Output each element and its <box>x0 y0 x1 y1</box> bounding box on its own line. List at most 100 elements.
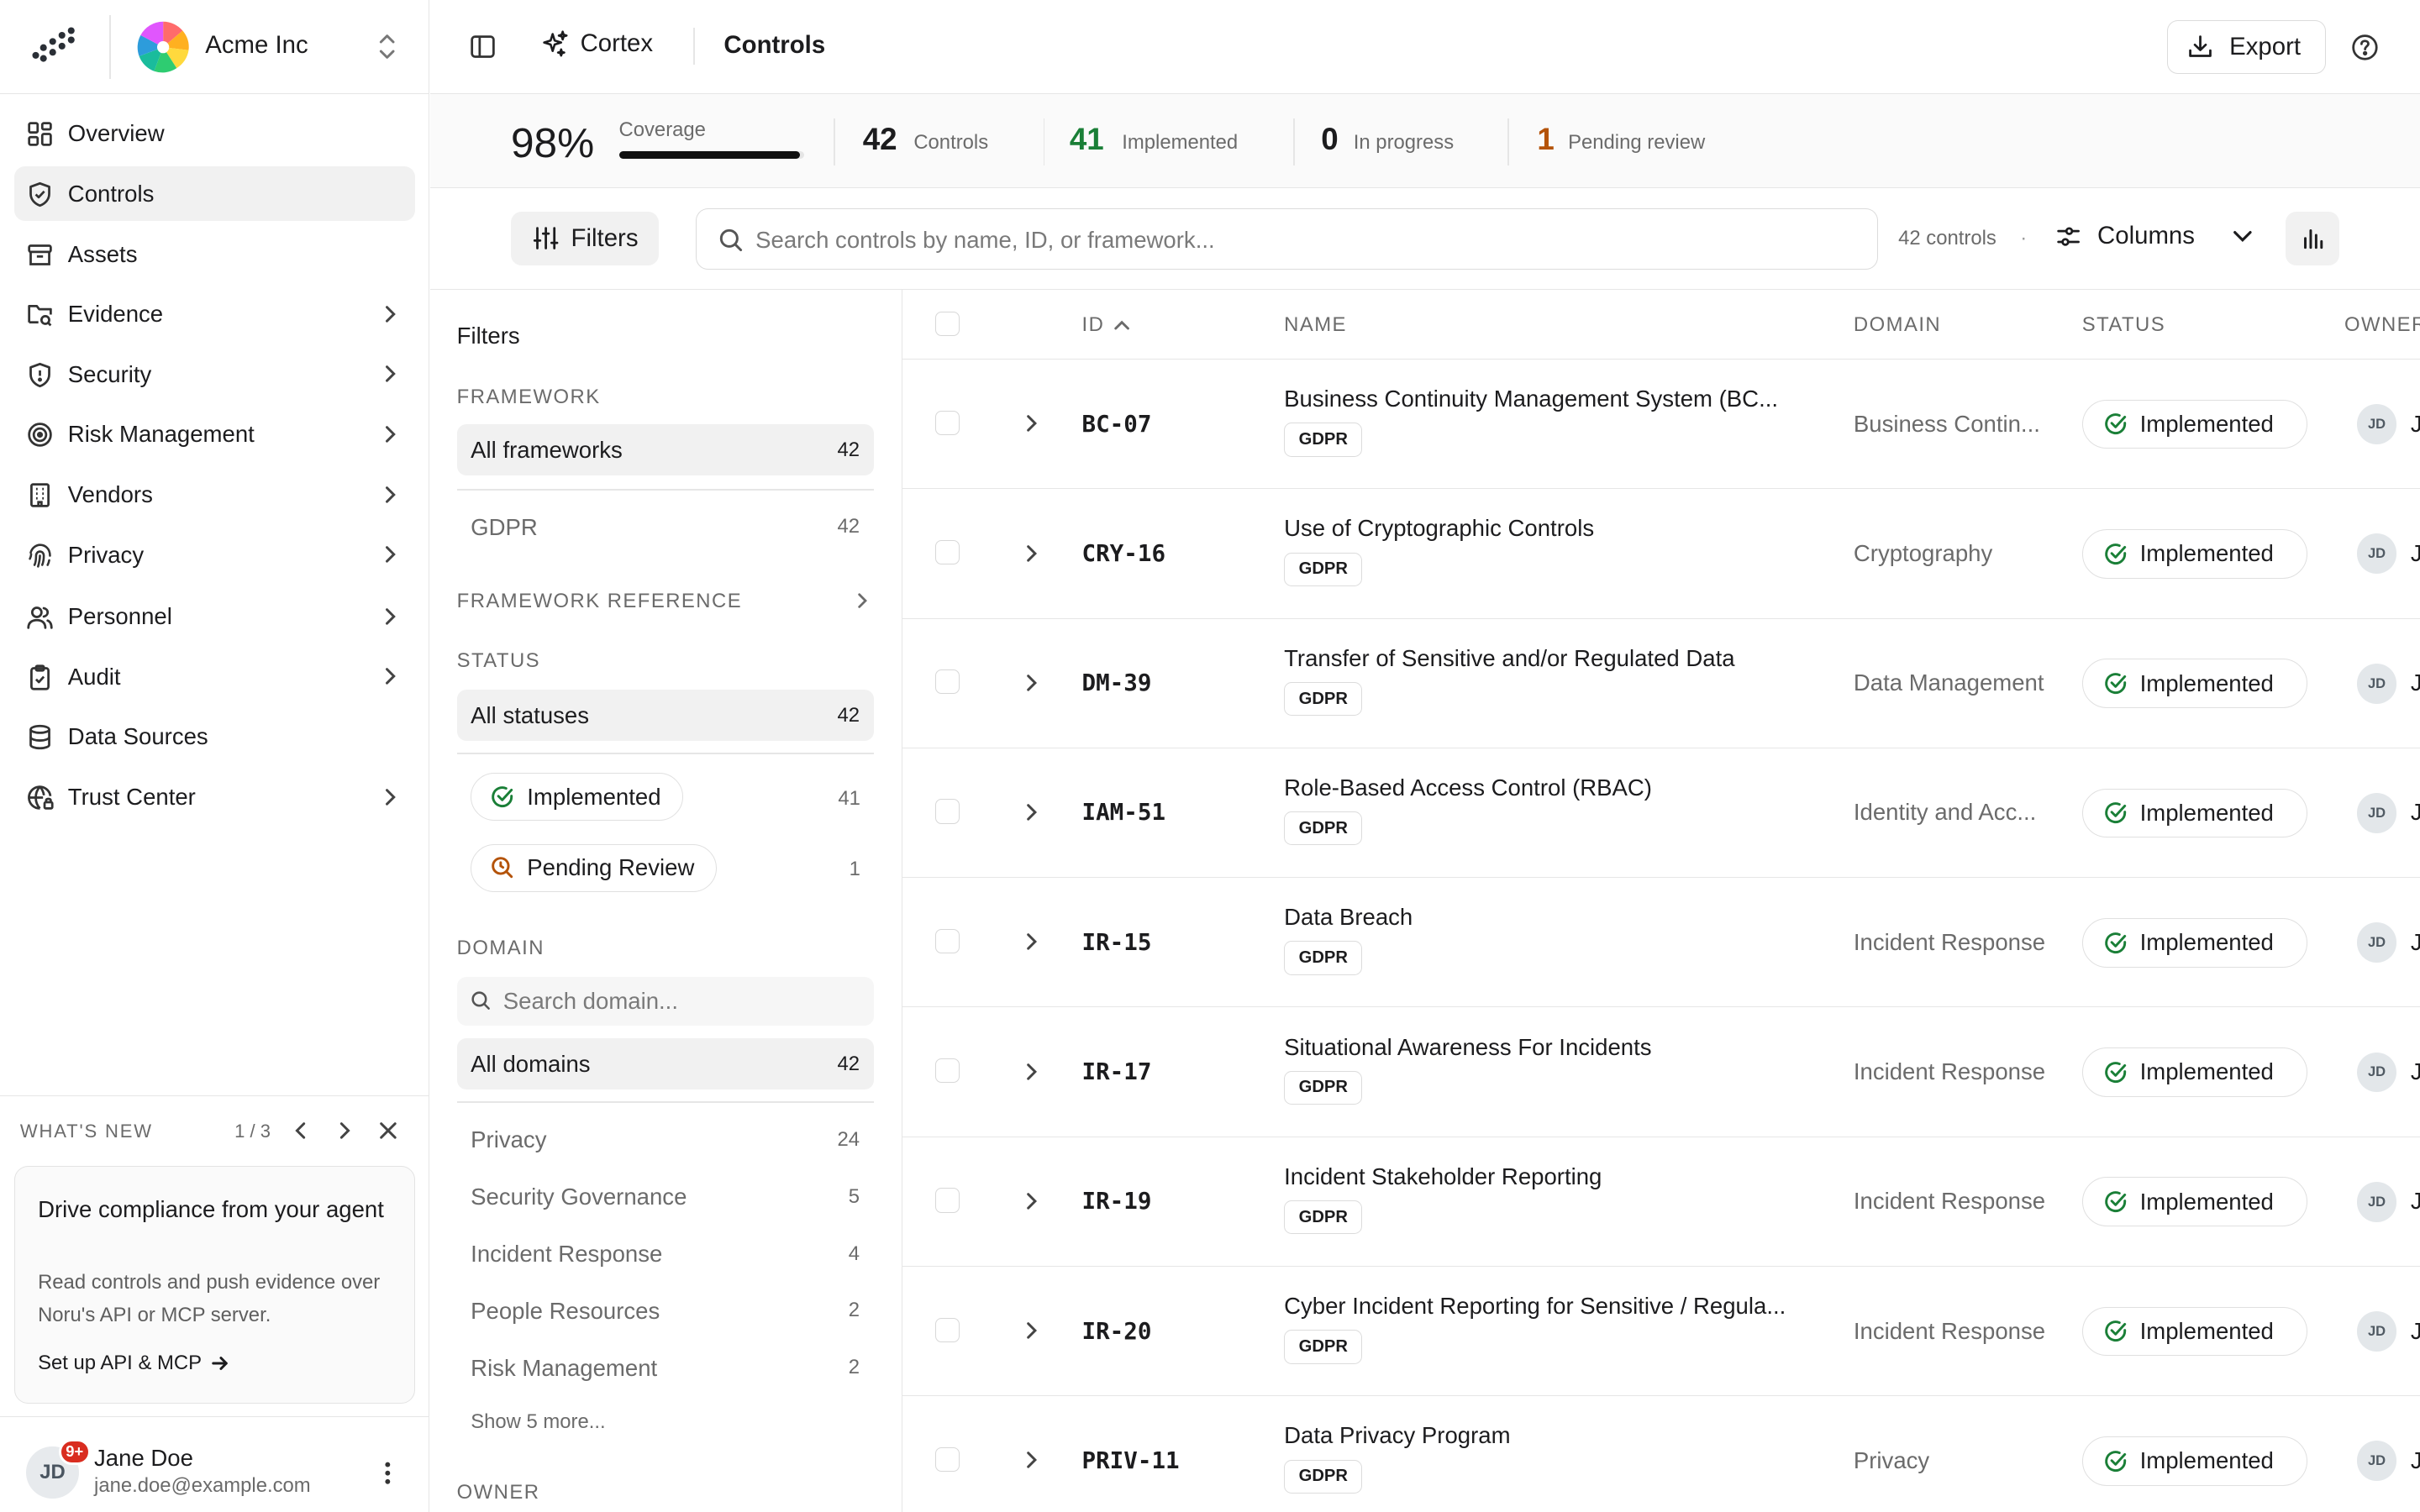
help-icon[interactable] <box>2350 33 2380 62</box>
chevron-right-icon[interactable] <box>1025 1191 1039 1211</box>
filter-option-domain[interactable]: People Resources 2 <box>457 1285 874 1336</box>
owner-avatar[interactable]: JD <box>2356 1181 2397 1222</box>
chevron-right-icon[interactable] <box>1025 932 1039 952</box>
status-badge[interactable]: Implemented <box>2081 1306 2307 1357</box>
chevrons-up-down-icon[interactable] <box>375 33 399 60</box>
owner-avatar[interactable]: JD <box>2356 533 2397 575</box>
table-row[interactable]: IR-17 Situational Awareness For Incidents… <box>902 1007 2420 1137</box>
domain-search-box[interactable] <box>456 976 874 1026</box>
table-row[interactable]: IR-19 Incident Stakeholder Reporting GDPR I… <box>902 1137 2420 1267</box>
status-badge[interactable]: Implemented <box>2081 788 2307 838</box>
search-box[interactable] <box>696 207 1879 270</box>
table-row[interactable]: IR-15 Data Breach GDPR Incident Response Imp… <box>902 878 2420 1008</box>
chart-view-button[interactable] <box>2286 211 2340 265</box>
table-row[interactable]: DM-39 Transfer of Sensitive and/or Regula… <box>902 619 2420 748</box>
row-checkbox[interactable] <box>935 1058 960 1084</box>
status-badge[interactable]: Implemented <box>2081 659 2307 709</box>
sidebar-toggle-icon[interactable] <box>469 33 497 60</box>
close-icon[interactable] <box>378 1121 398 1141</box>
chevron-right-icon[interactable] <box>1025 1450 1039 1470</box>
row-checkbox[interactable] <box>935 799 960 824</box>
control-id[interactable]: IAM-51 <box>1082 799 1166 826</box>
column-header-owner[interactable]: OWNER <box>2344 313 2420 337</box>
setup-api-link[interactable]: Set up API & MCP <box>38 1352 229 1375</box>
row-checkbox[interactable] <box>935 1446 960 1473</box>
app-logo-icon[interactable] <box>31 26 77 66</box>
table-row[interactable]: PRIV-11 Data Privacy Program GDPR Privacy Im… <box>902 1396 2420 1512</box>
filter-option-gdpr[interactable]: GDPR 42 <box>457 501 874 553</box>
table-row[interactable]: CRY-16 Use of Cryptographic Controls GDPR C… <box>902 489 2420 619</box>
sidebar-item-privacy[interactable]: Privacy <box>14 528 416 581</box>
control-id[interactable]: PRIV-11 <box>1082 1447 1180 1474</box>
org-logo-icon[interactable] <box>136 20 190 74</box>
row-checkbox[interactable] <box>935 1188 960 1213</box>
control-id[interactable]: DM-39 <box>1082 669 1152 696</box>
status-badge[interactable]: Implemented <box>2081 528 2307 579</box>
owner-avatar[interactable]: JD <box>2356 663 2397 704</box>
filters-button[interactable]: Filters <box>510 211 660 265</box>
status-badge[interactable]: Implemented <box>2081 917 2307 968</box>
row-checkbox[interactable] <box>935 539 960 565</box>
filter-option-domain[interactable]: Risk Management 2 <box>457 1342 874 1394</box>
sidebar-item-data-sources[interactable]: Data Sources <box>14 710 416 764</box>
control-name[interactable]: Data Privacy Program <box>1284 1422 1824 1449</box>
control-name[interactable]: Business Continuity Management System (B… <box>1284 386 1824 412</box>
owner-avatar[interactable]: JD <box>2356 1311 2397 1352</box>
framework-reference-toggle[interactable]: FRAMEWORK REFERENCE <box>457 590 874 617</box>
chevron-right-icon[interactable] <box>1025 802 1039 822</box>
chevron-right-icon[interactable] <box>1025 413 1039 433</box>
sidebar-item-evidence[interactable]: Evidence <box>14 287 416 341</box>
status-badge[interactable]: Implemented <box>2081 1047 2307 1097</box>
filter-option-domain[interactable]: Privacy 24 <box>457 1114 874 1165</box>
column-header-id[interactable]: ID <box>1082 313 1131 337</box>
filter-option-all-domains[interactable]: All domains 42 <box>456 1038 874 1089</box>
sidebar-item-overview[interactable]: Overview <box>14 107 416 160</box>
sidebar-item-audit[interactable]: Audit <box>14 649 416 703</box>
org-name[interactable]: Acme Inc <box>205 31 308 60</box>
table-row[interactable]: IAM-51 Role-Based Access Control (RBAC) GD… <box>902 748 2420 879</box>
table-row[interactable]: BC-07 Business Continuity Management Syst… <box>902 360 2420 490</box>
sidebar-item-personnel[interactable]: Personnel <box>14 590 416 643</box>
owner-avatar[interactable]: JD <box>2356 1052 2397 1093</box>
table-row[interactable]: IR-20 Cyber Incident Reporting for Sensit… <box>902 1267 2420 1397</box>
control-id[interactable]: CRY-16 <box>1082 540 1166 567</box>
row-checkbox[interactable] <box>935 410 960 435</box>
control-name[interactable]: Role-Based Access Control (RBAC) <box>1284 774 1824 801</box>
chevron-right-icon[interactable] <box>1025 1062 1039 1082</box>
control-id[interactable]: IR-15 <box>1082 929 1152 956</box>
chevron-right-icon[interactable] <box>1025 543 1039 564</box>
row-checkbox[interactable] <box>935 669 960 695</box>
control-id[interactable]: IR-17 <box>1082 1058 1152 1085</box>
chevron-right-icon[interactable] <box>1025 673 1039 693</box>
columns-button[interactable]: Columns <box>2055 222 2253 250</box>
owner-avatar[interactable]: JD <box>2356 404 2397 444</box>
sidebar-item-assets[interactable]: Assets <box>14 227 416 281</box>
column-header-domain[interactable]: DOMAIN <box>1854 313 1941 337</box>
filter-option-implemented[interactable]: Implemented <box>471 773 684 822</box>
filter-option-domain[interactable]: Incident Response 4 <box>457 1228 874 1279</box>
chevron-left-icon[interactable] <box>292 1121 310 1141</box>
owner-avatar[interactable]: JD <box>2356 1441 2397 1482</box>
search-input[interactable] <box>755 221 1836 259</box>
status-badge[interactable]: Implemented <box>2081 1177 2307 1227</box>
owner-avatar[interactable]: JD <box>2356 793 2397 833</box>
sidebar-item-controls[interactable]: Controls <box>13 166 416 221</box>
export-button[interactable]: Export <box>2166 19 2326 75</box>
control-id[interactable]: IR-20 <box>1082 1318 1152 1345</box>
chevron-right-icon[interactable] <box>1025 1320 1039 1341</box>
control-name[interactable]: Incident Stakeholder Reporting <box>1284 1163 1824 1190</box>
more-vertical-icon[interactable] <box>381 1461 394 1485</box>
filter-option-all-frameworks[interactable]: All frameworks 42 <box>456 424 874 475</box>
notification-badge[interactable]: 9+ <box>58 1438 91 1465</box>
domain-search-input[interactable] <box>502 985 859 1017</box>
control-name[interactable]: Cyber Incident Reporting for Sensitive /… <box>1284 1293 1824 1320</box>
row-checkbox[interactable] <box>935 928 960 954</box>
control-name[interactable]: Data Breach <box>1284 904 1824 931</box>
sidebar-item-vendors[interactable]: Vendors <box>14 468 416 522</box>
filter-option-domain[interactable]: Security Governance 5 <box>457 1171 874 1222</box>
sidebar-item-trust-center[interactable]: Trust Center <box>14 770 416 824</box>
filter-option-pending-review[interactable]: Pending Review <box>471 843 718 892</box>
control-name[interactable]: Situational Awareness For Incidents <box>1284 1034 1824 1061</box>
filter-option-all-statuses[interactable]: All statuses 42 <box>456 690 874 741</box>
column-header-name[interactable]: NAME <box>1284 313 1347 337</box>
